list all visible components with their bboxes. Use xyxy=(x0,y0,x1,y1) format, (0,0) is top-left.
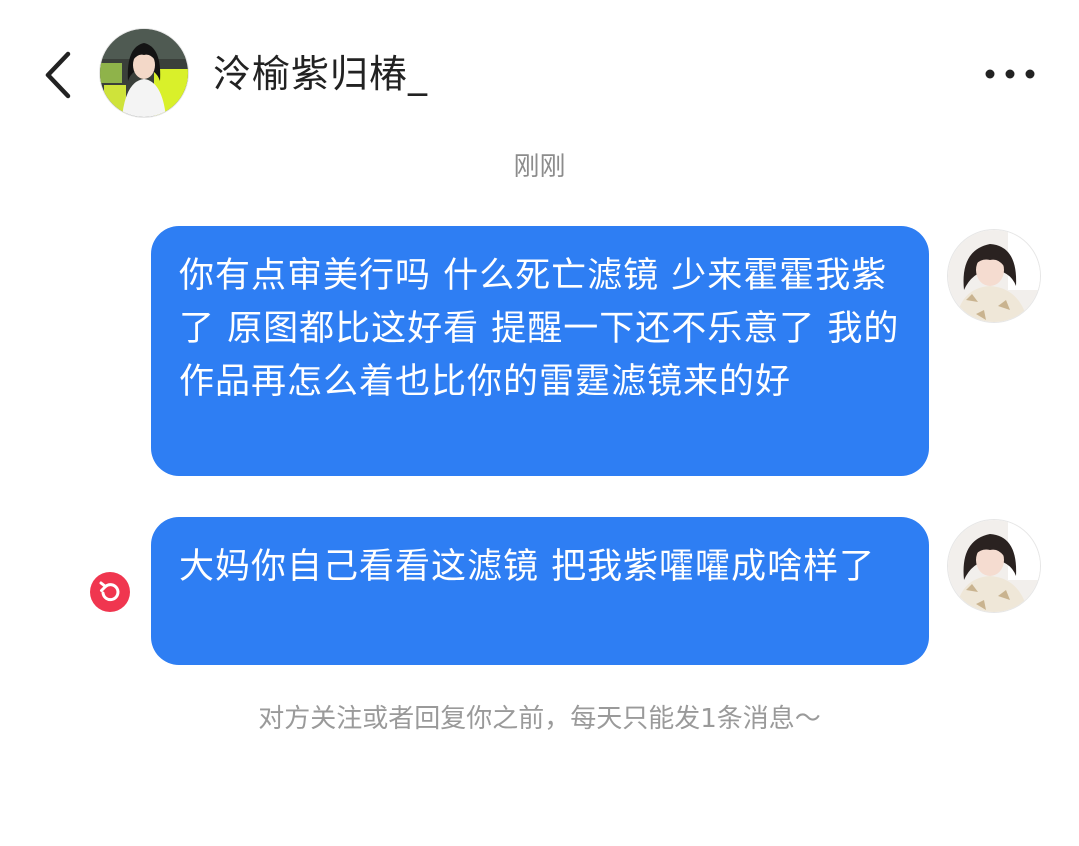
message-limit-notice: 对方关注或者回复你之前，每天只能发1条消息～ xyxy=(258,704,821,734)
self-avatar[interactable] xyxy=(948,230,1040,322)
resend-icon xyxy=(90,572,130,612)
message-bubble[interactable]: 你有点审美行吗 什么死亡滤镜 少来霍霍我紫了 原图都比这好看 提醒一下还不乐意了… xyxy=(151,226,929,476)
chat-header: 泠榆紫归椿_ xyxy=(0,0,1079,150)
contact-avatar[interactable] xyxy=(100,29,188,117)
message-bubble[interactable]: 大妈你自己看看这滤镜 把我紫嚯嚯成啥样了 xyxy=(151,517,929,665)
chevron-left-icon xyxy=(45,51,71,99)
message-timestamp: 刚刚 xyxy=(513,152,566,182)
self-avatar[interactable] xyxy=(948,520,1040,612)
more-horizontal-icon xyxy=(985,69,1035,79)
resend-button[interactable] xyxy=(89,571,131,613)
more-options-button[interactable] xyxy=(980,56,1040,92)
contact-name[interactable]: 泠榆紫归椿_ xyxy=(213,48,428,100)
back-button[interactable] xyxy=(36,48,80,102)
